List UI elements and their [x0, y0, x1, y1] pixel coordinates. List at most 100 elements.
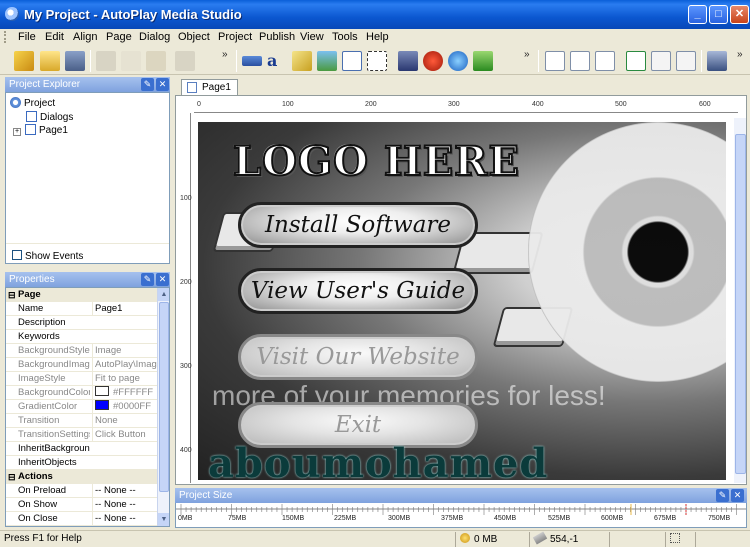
property-row[interactable]: On Close -- None --	[6, 512, 158, 526]
title-bar[interactable]: My Project - AutoPlay Media Studio _ □ ✕	[0, 0, 750, 29]
property-row[interactable]: On Preload -- None --	[6, 484, 158, 498]
paste-icon[interactable]	[146, 51, 166, 71]
tab-page1[interactable]: Page1	[181, 79, 238, 95]
property-category[interactable]: ⊟ Actions	[6, 470, 158, 484]
dialog-preview-icon[interactable]	[676, 51, 696, 71]
page-canvas[interactable]: LOGO HERE Install Software View User's G…	[198, 122, 726, 480]
checkbox-box[interactable]	[12, 250, 22, 260]
property-value[interactable]: -- None --	[92, 498, 160, 512]
flash-object-icon[interactable]	[423, 51, 443, 71]
menu-publish[interactable]: Publish	[259, 31, 295, 43]
editor-scrollbar[interactable]	[734, 118, 746, 483]
properties-header[interactable]: Properties ✎ ✕	[5, 272, 170, 287]
menu-project[interactable]: Project	[218, 31, 252, 43]
video-object-icon[interactable]	[398, 51, 418, 71]
tree-item-page1[interactable]: + Page1	[13, 124, 68, 137]
build-icon[interactable]	[707, 51, 727, 71]
input-object-icon[interactable]	[367, 51, 387, 71]
tree-item-project[interactable]: Project	[10, 97, 55, 110]
web-object-icon[interactable]	[448, 51, 468, 71]
wizard-icon[interactable]	[14, 51, 34, 71]
pin-icon[interactable]: ✎	[141, 273, 154, 286]
menu-grip[interactable]	[4, 31, 7, 43]
property-value[interactable]: #0000FF	[92, 400, 160, 414]
open-icon[interactable]	[40, 51, 60, 71]
undo-icon[interactable]	[175, 51, 195, 71]
scroll-thumb[interactable]	[735, 134, 746, 474]
property-row[interactable]: Description	[6, 316, 158, 330]
project-explorer-header[interactable]: Project Explorer ✎ ✕	[5, 77, 170, 92]
color-swatch[interactable]	[95, 400, 109, 410]
copy-icon[interactable]	[121, 51, 141, 71]
color-swatch[interactable]	[95, 386, 109, 396]
menu-page[interactable]: Page	[106, 31, 132, 43]
logo-text[interactable]: LOGO HERE	[232, 137, 520, 186]
property-row[interactable]: InheritBackground	[6, 442, 158, 456]
dialog-icon[interactable]	[651, 51, 671, 71]
property-value[interactable]: Fit to page	[92, 372, 160, 386]
close-icon[interactable]: ✕	[731, 489, 744, 502]
scroll-thumb[interactable]	[159, 302, 169, 492]
visit-website-button[interactable]: Visit Our Website	[238, 334, 478, 380]
property-value[interactable]: None	[92, 414, 160, 428]
preview-page-icon[interactable]	[595, 51, 615, 71]
toolbar-chevron[interactable]: »	[222, 49, 228, 60]
label-object-icon[interactable]: a	[267, 51, 287, 71]
scroll-up-icon[interactable]: ▲	[158, 288, 169, 301]
view-users-guide-button[interactable]: View User's Guide	[238, 268, 478, 314]
property-value[interactable]: AutoPlay\Image	[92, 358, 160, 372]
listbox-object-icon[interactable]	[342, 51, 362, 71]
new-dialog-icon[interactable]	[626, 51, 646, 71]
media-player-icon[interactable]	[473, 51, 493, 71]
show-events-checkbox[interactable]: Show Events	[12, 250, 83, 262]
property-row[interactable]: ImageStyle Fit to page	[6, 372, 158, 386]
pin-icon[interactable]: ✎	[716, 489, 729, 502]
toolbar-chevron[interactable]: »	[737, 49, 743, 60]
expand-icon[interactable]: +	[13, 128, 21, 136]
properties-scrollbar[interactable]: ▲ ▼	[157, 288, 169, 526]
collapse-icon[interactable]: ⊟	[8, 470, 16, 484]
cut-icon[interactable]	[96, 51, 116, 71]
property-row[interactable]: GradientColor #0000FF	[6, 400, 158, 414]
menu-dialog[interactable]: Dialog	[139, 31, 170, 43]
close-icon[interactable]: ✕	[156, 78, 169, 91]
new-page-icon[interactable]	[545, 51, 565, 71]
property-row[interactable]: BackgroundImage AutoPlay\Image	[6, 358, 160, 372]
menu-view[interactable]: View	[300, 31, 324, 43]
collapse-icon[interactable]: ⊟	[8, 288, 16, 302]
property-row[interactable]: BackgroundStyle Image	[6, 344, 158, 358]
property-row[interactable]: Name Page1	[6, 302, 158, 316]
property-row[interactable]: InheritObjects	[6, 456, 158, 470]
property-row[interactable]: BackgroundColor #FFFFFF	[6, 386, 158, 400]
property-row[interactable]: TransitionSettings Click Button	[6, 428, 158, 442]
scroll-down-icon[interactable]: ▼	[158, 513, 169, 526]
minimize-button[interactable]: _	[688, 5, 707, 24]
pin-icon[interactable]: ✎	[141, 78, 154, 91]
paragraph-object-icon[interactable]	[292, 51, 312, 71]
property-value[interactable]: Page1	[92, 302, 160, 316]
property-value[interactable]: -- None --	[92, 512, 160, 526]
menu-tools[interactable]: Tools	[332, 31, 358, 43]
tree-item-dialogs[interactable]: Dialogs	[26, 111, 73, 124]
close-button[interactable]: ✕	[730, 5, 749, 24]
menu-align[interactable]: Align	[73, 31, 97, 43]
project-size-header[interactable]: Project Size ✎ ✕	[175, 488, 747, 503]
property-row[interactable]: On Show -- None --	[6, 498, 158, 512]
property-value[interactable]: Image	[92, 344, 160, 358]
delete-page-icon[interactable]	[570, 51, 590, 71]
property-row[interactable]: Keywords	[6, 330, 158, 344]
menu-edit[interactable]: Edit	[45, 31, 64, 43]
menu-help[interactable]: Help	[366, 31, 389, 43]
menu-file[interactable]: File	[18, 31, 36, 43]
toolbar-chevron[interactable]: »	[524, 49, 530, 60]
page-editor[interactable]: 0 100 200 300 400 500 600 100 200 300 40…	[175, 95, 747, 485]
property-value[interactable]: Click Button	[92, 428, 160, 442]
menu-object[interactable]: Object	[178, 31, 210, 43]
image-object-icon[interactable]	[317, 51, 337, 71]
property-value[interactable]: -- None --	[92, 484, 160, 498]
property-row[interactable]: Transition None	[6, 414, 158, 428]
app-icon[interactable]	[5, 7, 19, 21]
property-category[interactable]: ⊟ Page	[6, 288, 158, 302]
save-icon[interactable]	[65, 51, 85, 71]
maximize-button[interactable]: □	[709, 5, 728, 24]
